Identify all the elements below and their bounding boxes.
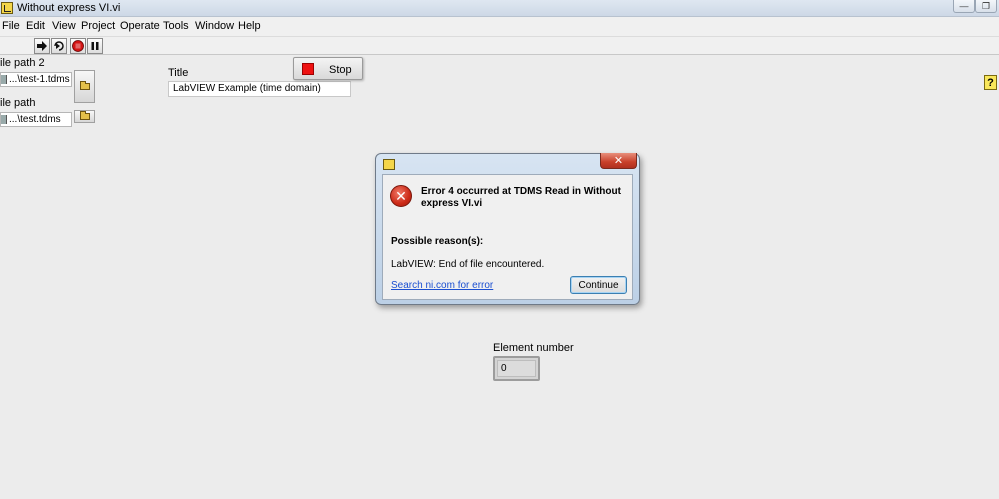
run-arrow-icon — [37, 41, 47, 51]
abort-execution-button[interactable] — [70, 38, 86, 54]
file-path-field[interactable]: ...\test.tdms — [0, 112, 72, 127]
menu-project[interactable]: Project — [81, 20, 115, 32]
continue-button[interactable]: Continue — [570, 276, 627, 294]
menu-view[interactable]: View — [52, 20, 76, 32]
file-path-label: ile path — [0, 97, 36, 109]
toolbar: ? — [0, 36, 999, 90]
title-label: Title — [168, 67, 189, 79]
error-cross-glyph: ✕ — [395, 188, 407, 204]
menu-bar: File Edit View Project Operate Tools Win… — [0, 17, 999, 36]
restore-button[interactable]: ❐ — [975, 0, 997, 13]
run-continuously-icon — [54, 41, 64, 51]
menu-tools[interactable]: Tools — [163, 20, 189, 32]
menu-help[interactable]: Help — [238, 20, 261, 32]
restore-icon: ❐ — [981, 0, 991, 11]
element-number-label: Element number — [493, 342, 574, 354]
folder-icon — [79, 111, 90, 120]
menu-operate[interactable]: Operate — [120, 20, 160, 32]
stop-button-label: Stop — [329, 64, 352, 76]
error-icon: ✕ — [390, 185, 412, 207]
file-path-browse-button[interactable] — [74, 110, 95, 123]
pause-button[interactable] — [87, 38, 103, 54]
pause-icon — [91, 42, 99, 50]
window-title-bar: Without express VI.vi — ❐ — [0, 0, 999, 17]
file-path-value: ...\test.tdms — [9, 114, 61, 125]
run-button[interactable] — [34, 38, 50, 54]
abort-execution-icon — [72, 40, 84, 52]
search-ni-link[interactable]: Search ni.com for error — [391, 280, 493, 291]
window-title: Without express VI.vi — [17, 2, 121, 14]
error-heading: Error 4 occurred at TDMS Read in Without… — [421, 186, 621, 209]
help-question-icon: ? — [987, 76, 994, 89]
file-path-2-label: ile path 2 — [0, 57, 45, 69]
title-input[interactable]: LabVIEW Example (time domain) — [168, 81, 351, 97]
element-number-value: 0 — [497, 360, 536, 377]
menu-file[interactable]: File — [2, 20, 20, 32]
stop-square-icon — [302, 63, 314, 75]
possible-reasons-heading: Possible reason(s): — [391, 236, 484, 247]
minimize-icon: — — [959, 1, 969, 11]
stop-button[interactable]: Stop — [293, 57, 363, 80]
menu-window[interactable]: Window — [195, 20, 234, 32]
folder-icon — [79, 81, 90, 90]
menu-edit[interactable]: Edit — [26, 20, 45, 32]
labview-vi-icon — [1, 2, 13, 14]
dialog-body: ✕ Error 4 occurred at TDMS Read in Witho… — [382, 174, 633, 300]
reason-text: LabVIEW: End of file encountered. — [391, 259, 545, 270]
close-icon: ✕ — [613, 155, 624, 167]
minimize-button[interactable]: — — [953, 0, 975, 13]
file-path-type-icon — [1, 75, 7, 84]
file-path-2-browse-button[interactable] — [74, 70, 95, 103]
error-dialog: ✕ ✕ Error 4 occurred at TDMS Read in Wit… — [375, 153, 640, 305]
element-number-indicator: 0 — [493, 356, 540, 381]
dialog-close-button[interactable]: ✕ — [600, 153, 637, 169]
context-help-button[interactable]: ? — [984, 75, 997, 90]
file-path-2-value: ...\test-1.tdms — [9, 74, 70, 85]
file-path-2-field[interactable]: ...\test-1.tdms — [0, 72, 72, 87]
file-path-type-icon — [1, 115, 7, 124]
labview-dialog-icon — [383, 159, 395, 170]
run-continuously-button[interactable] — [51, 38, 67, 54]
